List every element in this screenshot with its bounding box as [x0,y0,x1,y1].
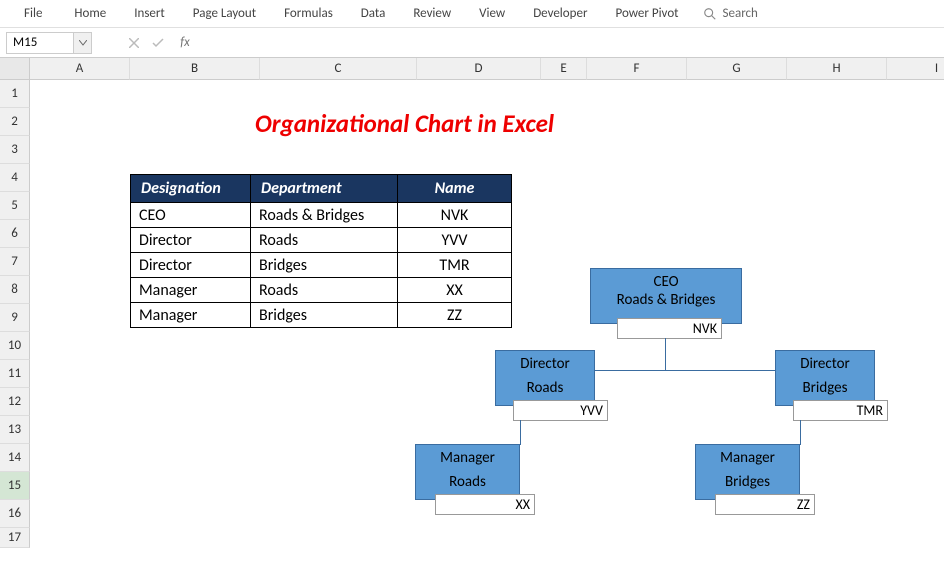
sheet-content[interactable]: Organizational Chart in Excel Designatio… [30,80,944,585]
col-header-A[interactable]: A [30,58,130,80]
org-dept: Roads & Bridges [593,291,739,309]
search-label: Search [723,6,758,21]
tab-formulas[interactable]: Formulas [270,2,347,25]
connector [520,420,521,444]
search-icon [703,7,717,21]
row-header-12[interactable]: 12 [0,388,30,416]
row-header-10[interactable]: 10 [0,332,30,360]
org-dept: Bridges [698,473,797,491]
row-header-4[interactable]: 4 [0,164,30,192]
org-node-mgr1[interactable]: Manager Roads [415,444,520,500]
select-all-cell[interactable] [0,58,30,80]
col-header-B[interactable]: B [130,58,260,80]
org-dept: Roads [418,473,517,491]
tab-view[interactable]: View [465,2,519,25]
name-box-dropdown[interactable] [74,32,92,54]
row-header-17[interactable]: 17 [0,528,30,548]
tab-home[interactable]: Home [60,2,120,25]
tab-file[interactable]: File [6,2,60,25]
cell-designation[interactable]: Manager [131,303,251,328]
col-header-I[interactable]: I [887,58,944,80]
org-node-dir2[interactable]: Director Bridges [775,350,875,406]
fx-button[interactable]: fx [170,32,194,54]
org-title: Director [778,355,872,373]
row-header-5[interactable]: 5 [0,192,30,220]
org-title: CEO [593,273,739,291]
table-row: Director Roads YVV [131,228,512,253]
chevron-down-icon [79,40,87,46]
org-node-mgr2[interactable]: Manager Bridges [695,444,800,500]
org-title: Manager [418,449,517,467]
org-node-ceo[interactable]: CEO Roads & Bridges [590,268,742,324]
cell-name[interactable]: YVV [398,228,512,253]
org-name-dir1[interactable]: YVV [513,400,608,421]
row-header-16[interactable]: 16 [0,500,30,528]
org-dept: Bridges [778,379,872,397]
col-header-E[interactable]: E [541,58,587,80]
org-dept: Roads [498,379,592,397]
col-header-F[interactable]: F [587,58,687,80]
table-row: CEO Roads & Bridges NVK [131,203,512,228]
row-header-1[interactable]: 1 [0,80,30,108]
row-header-7[interactable]: 7 [0,248,30,276]
connector [665,338,666,370]
cell-designation[interactable]: CEO [131,203,251,228]
org-name-mgr2[interactable]: ZZ [715,494,815,515]
th-designation[interactable]: Designation [131,175,251,203]
org-name-dir2[interactable]: TMR [793,400,888,421]
page-title: Organizational Chart in Excel [255,108,554,139]
col-header-D[interactable]: D [417,58,541,80]
org-title: Director [498,355,592,373]
tab-review[interactable]: Review [399,2,465,25]
cell-designation[interactable]: Manager [131,278,251,303]
row-header-3[interactable]: 3 [0,136,30,164]
confirm-formula-button[interactable] [146,32,170,54]
row-header-2[interactable]: 2 [0,108,30,136]
org-chart[interactable]: CEO Roads & Bridges NVK Director Roads Y… [395,268,944,588]
tab-page-layout[interactable]: Page Layout [179,2,270,25]
row-header-9[interactable]: 9 [0,304,30,332]
worksheet-grid: ABCDEFGHI 1234567891011121314151617 Orga… [0,58,944,585]
cell-department[interactable]: Bridges [251,253,398,278]
formula-bar: M15 fx [0,28,944,58]
ribbon-tabs: File Home Insert Page Layout Formulas Da… [0,0,944,28]
org-name-ceo[interactable]: NVK [617,318,722,339]
row-header-6[interactable]: 6 [0,220,30,248]
th-name[interactable]: Name [398,175,512,203]
cell-designation[interactable]: Director [131,228,251,253]
tab-developer[interactable]: Developer [519,2,601,25]
check-icon [152,38,164,48]
tab-insert[interactable]: Insert [120,2,179,25]
fx-label: fx [180,35,190,50]
col-header-H[interactable]: H [787,58,887,80]
col-header-G[interactable]: G [687,58,787,80]
cell-department[interactable]: Roads [251,278,398,303]
tab-data[interactable]: Data [347,2,400,25]
cell-department[interactable]: Bridges [251,303,398,328]
row-header-14[interactable]: 14 [0,444,30,472]
tab-power-pivot[interactable]: Power Pivot [601,2,692,25]
row-header-8[interactable]: 8 [0,276,30,304]
org-name-mgr1[interactable]: XX [435,494,535,515]
connector [800,420,801,444]
col-header-C[interactable]: C [260,58,417,80]
search-box[interactable]: Search [703,6,758,21]
th-department[interactable]: Department [251,175,398,203]
cell-designation[interactable]: Director [131,253,251,278]
row-header-11[interactable]: 11 [0,360,30,388]
cell-department[interactable]: Roads [251,228,398,253]
cell-name[interactable]: NVK [398,203,512,228]
row-header-13[interactable]: 13 [0,416,30,444]
cell-department[interactable]: Roads & Bridges [251,203,398,228]
row-header-15[interactable]: 15 [0,472,30,500]
org-node-dir1[interactable]: Director Roads [495,350,595,406]
x-icon [129,38,139,48]
name-box[interactable]: M15 [6,32,74,54]
org-title: Manager [698,449,797,467]
cancel-formula-button[interactable] [122,32,146,54]
